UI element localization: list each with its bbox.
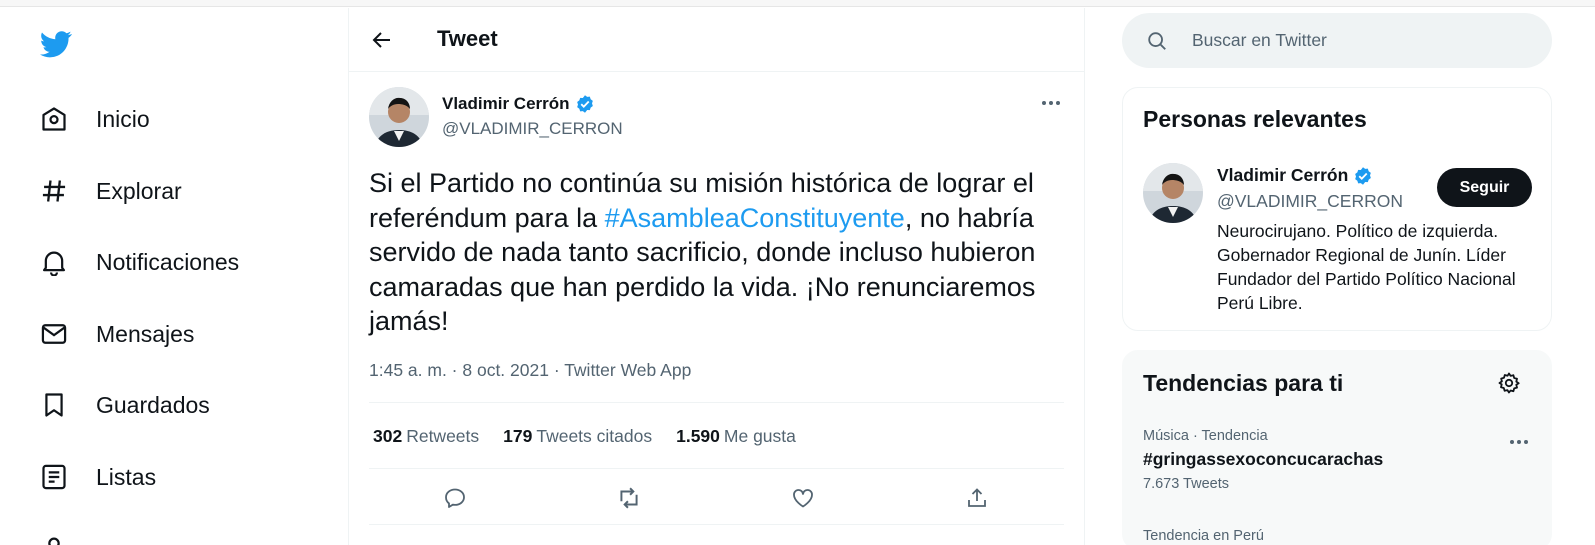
trend-context: Tendencia en Perú: [1143, 528, 1264, 544]
retweets-stat[interactable]: 302 Retweets: [373, 426, 479, 447]
search-icon: [1146, 30, 1168, 52]
likes-count: 1.590: [676, 426, 720, 446]
nav-item-mensajes[interactable]: Mensajes: [38, 314, 194, 354]
verified-badge-icon: [1353, 166, 1373, 186]
more-options-icon[interactable]: [1507, 435, 1531, 449]
quotes-count: 179: [503, 426, 533, 446]
tweet-meta[interactable]: 1:45 a. m. · 8 oct. 2021 · Twitter Web A…: [369, 360, 691, 381]
verified-badge-icon: [575, 94, 595, 114]
browser-top-strip: [0, 0, 1595, 7]
more-options-icon[interactable]: [1039, 96, 1063, 110]
quotes-label: Tweets citados: [536, 426, 653, 446]
hashtag-link[interactable]: #AsambleaConstituyente: [605, 203, 905, 233]
retweets-count: 302: [373, 426, 403, 446]
reply-icon[interactable]: [439, 482, 471, 514]
page-title: Tweet: [437, 26, 498, 51]
card-title: Personas relevantes: [1143, 106, 1367, 132]
nav-item-listas[interactable]: Listas: [38, 457, 156, 497]
home-icon: [38, 103, 70, 135]
tweet-text: Si el Partido no continúa su misión hist…: [369, 166, 1074, 339]
trend-count: 7.673 Tweets: [1143, 476, 1229, 492]
person-handle[interactable]: @VLADIMIR_CERRON: [1217, 191, 1403, 212]
tweet-header: Tweet: [349, 8, 1084, 72]
author-name[interactable]: Vladimir Cerrón: [442, 94, 570, 114]
person-name-row: Vladimir Cerrón: [1217, 165, 1373, 186]
nav-label: Notificaciones: [96, 248, 240, 275]
follow-button[interactable]: Seguir: [1437, 168, 1532, 207]
trend-item[interactable]: Tendencia en Perú: [1143, 528, 1533, 544]
nav-item-explorar[interactable]: Explorar: [38, 171, 182, 211]
search-bar[interactable]: [1122, 13, 1552, 68]
likes-label: Me gusta: [723, 426, 796, 446]
nav-item-inicio[interactable]: Inicio: [38, 99, 150, 139]
share-icon[interactable]: [961, 482, 993, 514]
nav-label: Guardados: [96, 391, 210, 418]
twitter-logo-icon[interactable]: [38, 28, 74, 60]
author-handle[interactable]: @VLADIMIR_CERRON: [442, 119, 623, 139]
back-button[interactable]: [366, 24, 398, 56]
left-sidebar: Inicio Explorar Notificaciones Mensajes …: [0, 8, 348, 545]
divider: [369, 524, 1064, 525]
divider: [369, 402, 1064, 403]
relevant-people-card: Personas relevantes Vladimir Cerrón @VLA…: [1122, 87, 1552, 331]
nav-label: Explorar: [96, 177, 182, 204]
like-icon[interactable]: [787, 482, 819, 514]
retweet-icon[interactable]: [613, 482, 645, 514]
envelope-icon: [38, 318, 70, 350]
tweet-actions: [369, 480, 1064, 516]
nav-item-notificaciones[interactable]: Notificaciones: [38, 242, 239, 282]
list-icon: [38, 461, 70, 493]
column-divider: [1084, 8, 1085, 545]
search-input[interactable]: [1192, 30, 1522, 51]
avatar[interactable]: [1143, 163, 1203, 223]
bell-icon: [38, 246, 70, 278]
retweets-label: Retweets: [406, 426, 480, 446]
gear-icon[interactable]: [1497, 371, 1521, 395]
bookmark-icon: [38, 389, 70, 421]
nav-item-profile[interactable]: [38, 528, 70, 545]
quotes-stat[interactable]: 179 Tweets citados: [503, 426, 652, 447]
nav-item-guardados[interactable]: Guardados: [38, 385, 210, 425]
nav-label: Inicio: [96, 105, 150, 132]
person-bio: Neurocirujano. Político de izquierda. Go…: [1217, 221, 1516, 313]
trend-title: #gringassexoconcucarachas: [1143, 449, 1384, 469]
author-name-row: Vladimir Cerrón: [442, 94, 595, 114]
trend-item[interactable]: Música · Tendencia #gringassexoconcucara…: [1143, 428, 1533, 492]
nav-label: Listas: [96, 463, 157, 490]
hashtag-icon: [38, 175, 70, 207]
avatar[interactable]: [369, 87, 429, 147]
trend-context: Música · Tendencia: [1143, 428, 1268, 444]
likes-stat[interactable]: 1.590 Me gusta: [676, 426, 796, 447]
nav-label: Mensajes: [96, 320, 195, 347]
tweet-stats: 302 Retweets 179 Tweets citados 1.590 Me gu…: [373, 426, 820, 447]
profile-icon: [38, 532, 70, 545]
divider: [369, 468, 1064, 469]
card-title: Tendencias para ti: [1143, 370, 1344, 396]
trends-card: Tendencias para ti Música · Tendencia #g…: [1122, 350, 1552, 545]
tweet-column: Tweet Vladimir Cerrón @VLADIMIR_CERRON S…: [349, 8, 1084, 545]
person-name[interactable]: Vladimir Cerrón: [1217, 165, 1348, 186]
